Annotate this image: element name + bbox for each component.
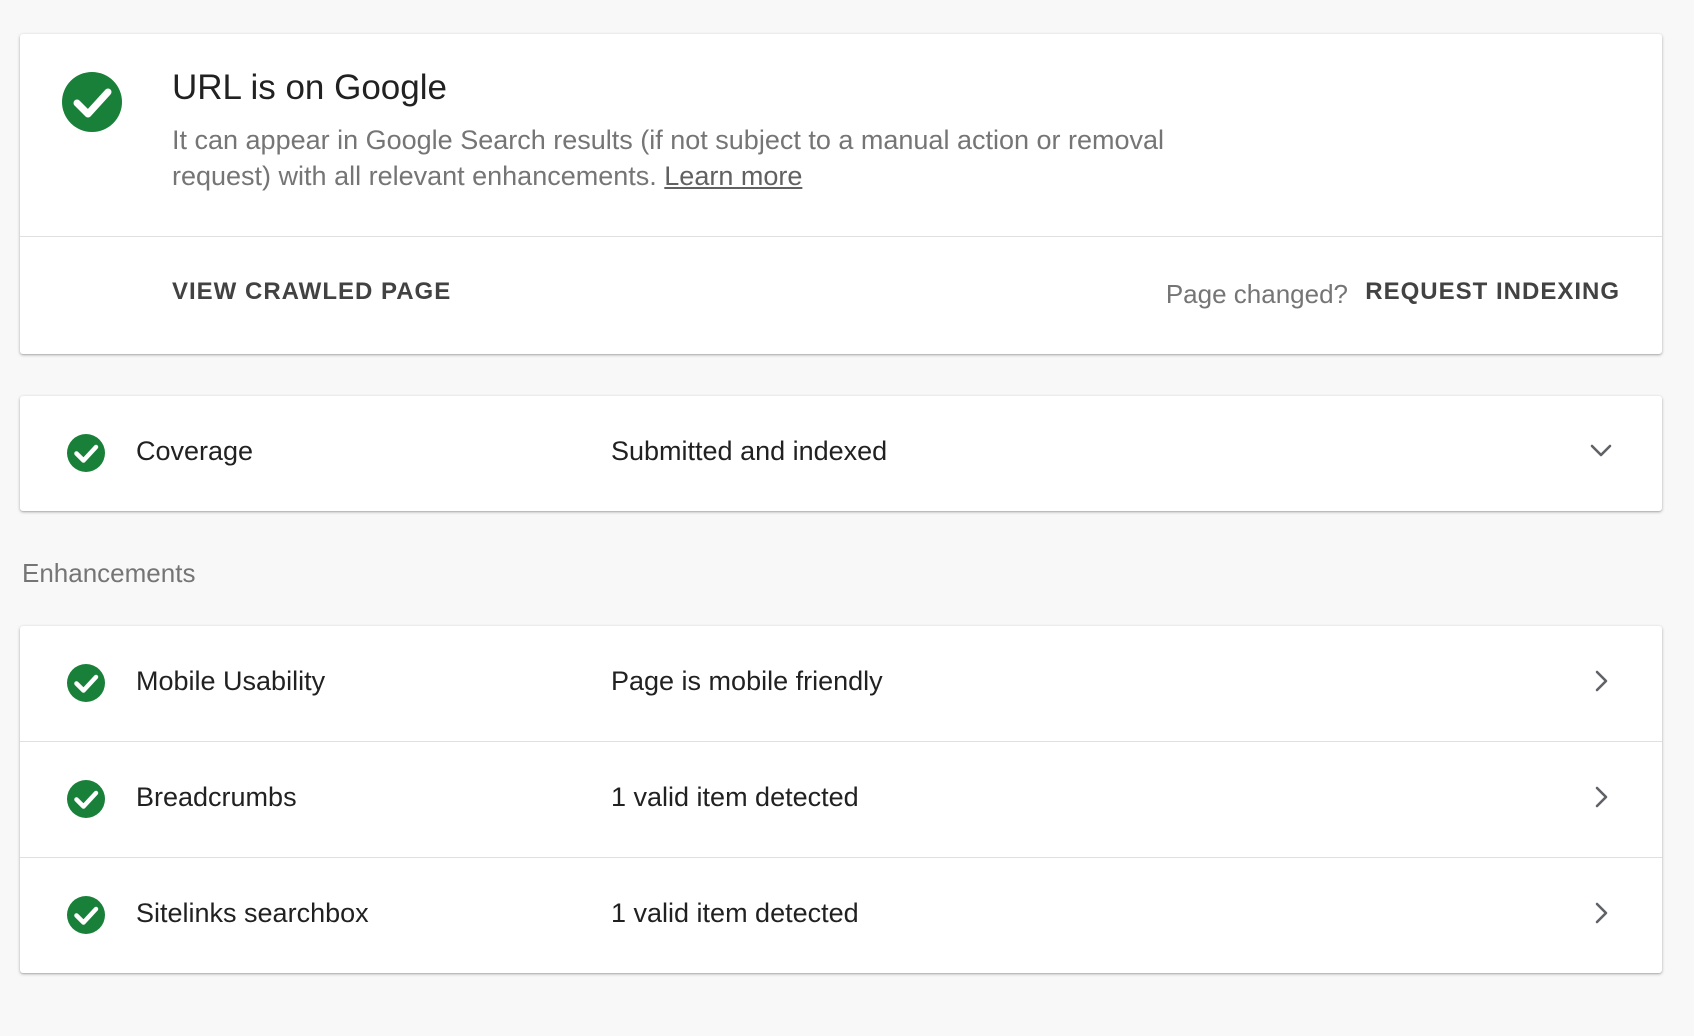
status-actions: VIEW CRAWLED PAGE Page changed? REQUEST …	[20, 237, 1662, 354]
chevron-right-icon[interactable]	[1586, 666, 1616, 696]
enhancement-value: 1 valid item detected	[611, 782, 859, 812]
request-indexing-button[interactable]: REQUEST INDEXING	[1365, 278, 1620, 306]
check-circle-icon	[67, 780, 105, 818]
enhancement-row-breadcrumbs[interactable]: Breadcrumbs 1 valid item detected	[20, 741, 1662, 857]
status-title: URL is on Google	[172, 68, 447, 107]
status-description: It can appear in Google Search results (…	[172, 122, 1192, 194]
url-status-card: URL is on Google It can appear in Google…	[20, 34, 1662, 354]
enhancement-label: Mobile Usability	[136, 666, 326, 696]
enhancement-row-mobile-usability[interactable]: Mobile Usability Page is mobile friendly	[20, 626, 1662, 741]
view-crawled-page-button[interactable]: VIEW CRAWLED PAGE	[172, 278, 451, 306]
enhancement-value: 1 valid item detected	[611, 898, 859, 928]
status-summary: URL is on Google It can appear in Google…	[20, 34, 1662, 237]
enhancement-row-sitelinks-searchbox[interactable]: Sitelinks searchbox 1 valid item detecte…	[20, 857, 1662, 973]
coverage-row[interactable]: Coverage Submitted and indexed	[20, 396, 1662, 511]
coverage-value: Submitted and indexed	[611, 436, 888, 466]
check-circle-icon	[67, 896, 105, 934]
coverage-label: Coverage	[136, 436, 254, 466]
chevron-down-icon[interactable]	[1586, 436, 1616, 466]
enhancements-heading: Enhancements	[22, 558, 196, 588]
learn-more-link[interactable]: Learn more	[664, 161, 802, 191]
check-circle-icon	[67, 434, 105, 472]
enhancement-label: Breadcrumbs	[136, 782, 297, 812]
enhancement-value: Page is mobile friendly	[611, 666, 883, 696]
page-changed-label: Page changed?	[1165, 279, 1348, 309]
chevron-right-icon[interactable]	[1586, 898, 1616, 928]
check-circle-icon	[67, 664, 105, 702]
enhancement-label: Sitelinks searchbox	[136, 898, 369, 928]
chevron-right-icon[interactable]	[1586, 782, 1616, 812]
enhancements-card: Mobile Usability Page is mobile friendly…	[20, 626, 1662, 973]
check-circle-icon	[62, 72, 122, 132]
coverage-card: Coverage Submitted and indexed	[20, 396, 1662, 511]
